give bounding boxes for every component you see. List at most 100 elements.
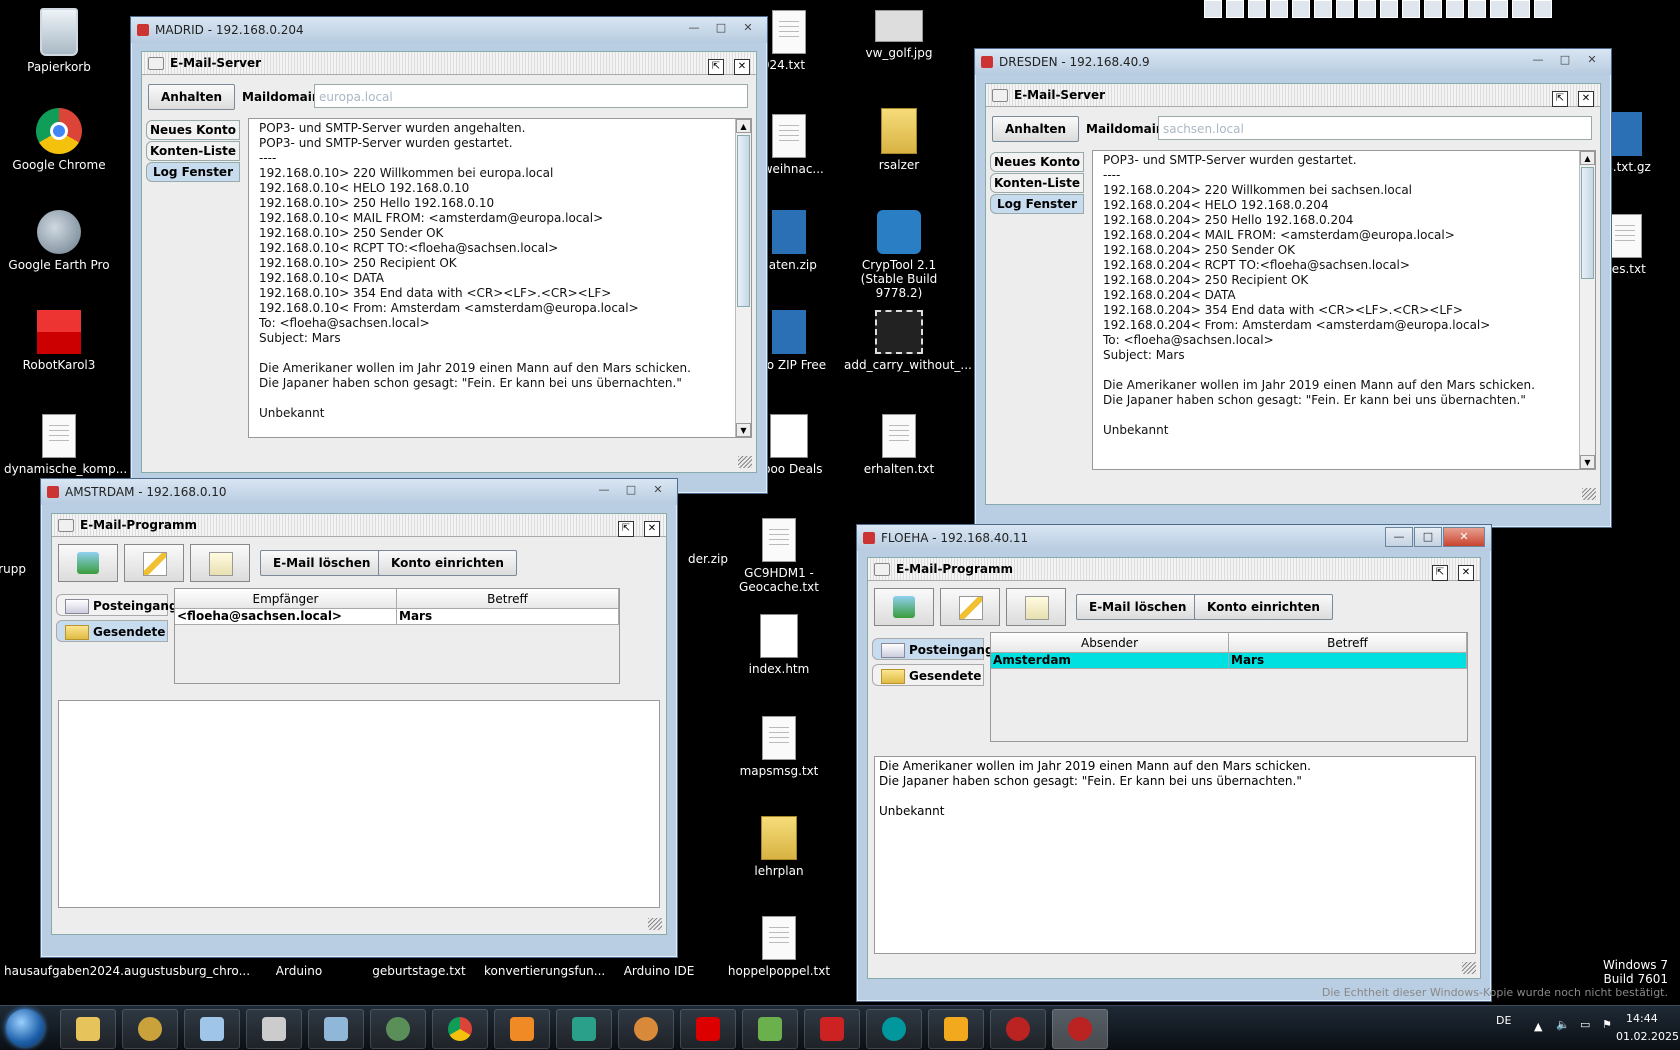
taskbar-calculator[interactable]: [308, 1009, 364, 1049]
taskbar-notes[interactable]: [928, 1009, 984, 1049]
restore-frame-icon[interactable]: ⇱: [618, 521, 634, 537]
desktop-icon-arduino-folder[interactable]: Arduino: [244, 964, 354, 978]
mail-table[interactable]: Empfänger Betreff <floeha@sachsen.local>…: [174, 588, 620, 684]
tab-log-fenster[interactable]: Log Fenster: [146, 162, 240, 182]
taskbar-arduino[interactable]: [866, 1009, 922, 1049]
clock-time[interactable]: 14:44: [1626, 1012, 1658, 1025]
restore-frame-icon[interactable]: ⇱: [1552, 91, 1568, 107]
minimize-button[interactable]: —: [1385, 527, 1413, 547]
table-row[interactable]: Amsterdam Mars: [991, 653, 1467, 669]
close-button[interactable]: ✕: [735, 19, 761, 37]
tab-konten-liste[interactable]: Konten-Liste: [990, 173, 1084, 193]
taskbar-robotkarol[interactable]: [804, 1009, 860, 1049]
desktop-icon-rsalzer[interactable]: rsalzer: [844, 108, 954, 172]
log-area[interactable]: POP3- und SMTP-Server wurden angehalten.…: [248, 118, 752, 438]
close-button[interactable]: ✕: [1443, 527, 1485, 547]
desktop-icon-robotkarol[interactable]: RobotKarol3: [4, 310, 114, 372]
desktop-icon-google-earth[interactable]: Google Earth Pro: [4, 210, 114, 272]
table-row[interactable]: <floeha@sachsen.local> Mars: [175, 609, 619, 625]
desktop-icon-cryptool[interactable]: CrypTool 2.1 (Stable Build 9778.2): [844, 210, 954, 300]
tab-gesendete[interactable]: Gesendete: [56, 620, 168, 642]
window-titlebar[interactable]: DRESDEN - 192.168.40.9 — □ ✕: [975, 49, 1611, 75]
vertical-scrollbar[interactable]: ▲ ▼: [735, 119, 751, 437]
tab-gesendete[interactable]: Gesendete: [872, 664, 984, 686]
desktop-icon-dynamische[interactable]: dynamische_komp...: [4, 414, 127, 476]
taskbar-app-x[interactable]: [556, 1009, 612, 1049]
receive-mail-button[interactable]: [874, 588, 934, 626]
desktop-icon-mapsmsg[interactable]: mapsmsg.txt: [724, 716, 834, 778]
minimize-button[interactable]: —: [1525, 51, 1551, 69]
maximize-button[interactable]: □: [618, 481, 644, 499]
compose-mail-button[interactable]: [940, 588, 1000, 626]
taskbar-p-app[interactable]: [680, 1009, 736, 1049]
scroll-down-icon[interactable]: ▼: [1580, 455, 1595, 469]
log-area[interactable]: POP3- und SMTP-Server wurden gestartet. …: [1092, 150, 1596, 470]
taskbar-settings[interactable]: [122, 1009, 178, 1049]
desktop-icon-chrome[interactable]: Google Chrome: [4, 108, 114, 172]
desktop-icon-konvertierung[interactable]: konvertierungsfun...: [484, 964, 605, 978]
maildomain-field[interactable]: europa.local: [314, 84, 748, 108]
receive-mail-button[interactable]: [58, 544, 118, 582]
minimize-button[interactable]: —: [591, 481, 617, 499]
network-icon[interactable]: ▭: [1580, 1018, 1590, 1031]
quicklaunch-icon[interactable]: [1446, 0, 1464, 18]
taskbar-tools[interactable]: [246, 1009, 302, 1049]
close-frame-icon[interactable]: ✕: [734, 59, 750, 75]
account-setup-button[interactable]: Konto einrichten: [378, 550, 517, 576]
maximize-button[interactable]: □: [1414, 527, 1442, 547]
restore-frame-icon[interactable]: ⇱: [708, 59, 724, 75]
action-center-icon[interactable]: ⚑: [1602, 1018, 1612, 1031]
resize-grip-icon[interactable]: [1582, 488, 1596, 500]
internal-frame-titlebar[interactable]: E-Mail-Server ⇱ ✕: [986, 84, 1600, 107]
scroll-thumb[interactable]: [737, 135, 750, 307]
taskbar-java-app-2[interactable]: [1052, 1009, 1108, 1049]
resize-grip-icon[interactable]: [648, 918, 662, 930]
maildomain-field[interactable]: sachsen.local: [1158, 116, 1592, 140]
mail-table[interactable]: Absender Betreff Amsterdam Mars: [990, 632, 1468, 742]
close-frame-icon[interactable]: ✕: [1578, 91, 1594, 107]
quicklaunch-icon[interactable]: [1402, 0, 1420, 18]
resize-grip-icon[interactable]: [738, 456, 752, 468]
quicklaunch-icon[interactable]: [1534, 0, 1552, 18]
reply-mail-button[interactable]: [190, 544, 250, 582]
quicklaunch-icon[interactable]: [1292, 0, 1310, 18]
desktop-icon-gc9hdm1[interactable]: GC9HDM1 - Geocache.txt: [724, 518, 834, 594]
quicklaunch-icon[interactable]: [1468, 0, 1486, 18]
restore-frame-icon[interactable]: ⇱: [1432, 565, 1448, 581]
taskbar-chart-app[interactable]: [742, 1009, 798, 1049]
taskbar-paint[interactable]: [618, 1009, 674, 1049]
taskbar-chrome[interactable]: [432, 1009, 488, 1049]
tab-log-fenster[interactable]: Log Fenster: [990, 194, 1084, 214]
maximize-button[interactable]: □: [1552, 51, 1578, 69]
taskbar-explorer[interactable]: [60, 1009, 116, 1049]
taskbar-java[interactable]: [370, 1009, 426, 1049]
scroll-down-icon[interactable]: ▼: [736, 423, 751, 437]
quicklaunch-icon[interactable]: [1424, 0, 1442, 18]
message-body[interactable]: Die Amerikaner wollen im Jahr 2019 einen…: [874, 756, 1476, 954]
column-header-subject[interactable]: Betreff: [397, 589, 619, 609]
window-titlebar[interactable]: FLOEHA - 192.168.40.11 — □ ✕: [857, 525, 1491, 551]
column-header-sender[interactable]: Absender: [991, 633, 1229, 653]
show-hidden-icons-icon[interactable]: ▲: [1534, 1020, 1542, 1033]
vertical-scrollbar[interactable]: ▲ ▼: [1579, 151, 1595, 469]
stop-server-button[interactable]: Anhalten: [148, 84, 236, 110]
desktop-icon-geburtstage[interactable]: geburtstage.txt: [364, 964, 474, 978]
quicklaunch-icon[interactable]: [1248, 0, 1266, 18]
window-titlebar[interactable]: AMSTRDAM - 192.168.0.10 — □ ✕: [41, 479, 677, 505]
delete-mail-button[interactable]: E-Mail löschen: [1076, 594, 1200, 620]
quicklaunch-icon[interactable]: [1314, 0, 1332, 18]
tab-neues-konto[interactable]: Neues Konto: [146, 120, 240, 140]
desktop-icon-recycle-bin[interactable]: Papierkorb: [4, 8, 114, 74]
close-frame-icon[interactable]: ✕: [644, 521, 660, 537]
tab-konten-liste[interactable]: Konten-Liste: [146, 141, 240, 161]
maximize-button[interactable]: □: [708, 19, 734, 37]
quicklaunch-icon[interactable]: [1380, 0, 1398, 18]
desktop-icon-erhalten[interactable]: erhalten.txt: [844, 414, 954, 476]
tab-posteingang[interactable]: Posteingang: [872, 638, 994, 660]
desktop-icon-lehrplan[interactable]: lehrplan: [724, 816, 834, 878]
language-indicator[interactable]: DE: [1496, 1014, 1511, 1027]
taskbar-media[interactable]: [494, 1009, 550, 1049]
quicklaunch-icon[interactable]: [1270, 0, 1288, 18]
internal-frame-titlebar[interactable]: E-Mail-Programm ⇱ ✕: [52, 514, 666, 537]
window-titlebar[interactable]: MADRID - 192.168.0.204 — □ ✕: [131, 17, 767, 43]
